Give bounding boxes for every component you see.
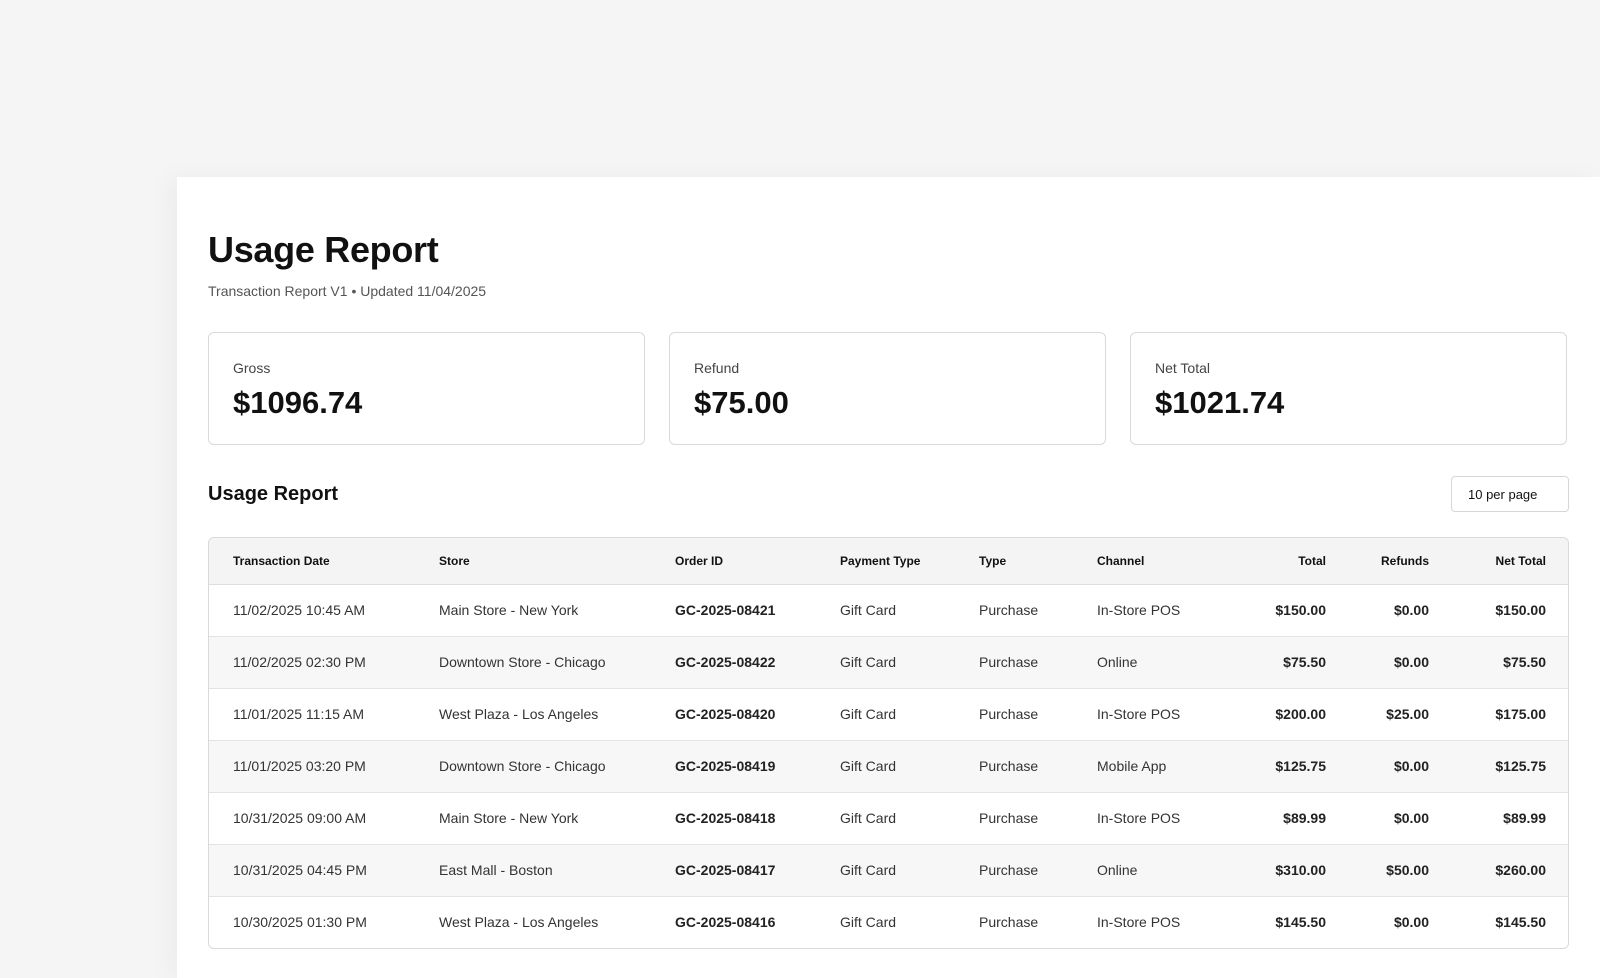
type-cell: Purchase xyxy=(979,895,1097,948)
refund-card: Refund $75.00 xyxy=(669,332,1106,445)
transaction-date-cell: 10/31/2025 04:45 PM xyxy=(209,843,439,896)
total-cell: $89.99 xyxy=(1217,791,1326,844)
payment-type-cell: Gift Card xyxy=(840,602,897,618)
gross-card: Gross $1096.74 xyxy=(208,332,645,445)
section-title: Usage Report xyxy=(208,483,339,505)
page-title: Usage Report xyxy=(208,229,439,270)
channel-cell: In-Store POS xyxy=(1097,687,1217,740)
type-cell: Purchase xyxy=(979,602,1039,618)
channel-cell: In-Store POS xyxy=(1097,602,1181,618)
payment-type-cell: Gift Card xyxy=(840,739,979,792)
table-row[interactable]: 10/30/2025 01:30 PM West Plaza - Los Ange… xyxy=(209,895,1568,948)
table-header-row: Transaction Date Store Order ID Payment Typ… xyxy=(209,538,1568,585)
refunds-cell: $0.00 xyxy=(1326,739,1429,792)
refunds-cell: $0.00 xyxy=(1326,895,1429,948)
col-order-id-header: Order ID xyxy=(675,538,840,585)
card-label: Gross xyxy=(233,360,271,376)
channel-cell: In-Store POS xyxy=(1097,895,1217,948)
store-cell: West Plaza - Los Angeles xyxy=(439,687,675,740)
payment-type-cell: Gift Card xyxy=(840,687,979,740)
type-cell: Purchase xyxy=(979,739,1097,792)
col-net-total-header: Net Total xyxy=(1429,538,1568,585)
transaction-date-cell: 11/01/2025 11:15 AM xyxy=(209,687,439,740)
net-total-cell: $150.00 xyxy=(1495,602,1546,618)
net-total-cell: $75.50 xyxy=(1429,635,1568,688)
payment-type-cell: Gift Card xyxy=(840,843,979,896)
card-label: Net Total xyxy=(1155,360,1210,376)
payment-type-cell: Gift Card xyxy=(840,895,979,948)
total-cell: $310.00 xyxy=(1217,843,1326,896)
refunds-cell: $0.00 xyxy=(1326,791,1429,844)
transaction-date-cell: 11/02/2025 10:45 AM xyxy=(233,602,366,618)
refunds-cell: $0.00 xyxy=(1326,635,1429,688)
table-row[interactable]: 11/02/2025 10:45 AM Main Store - New York… xyxy=(209,584,1568,636)
card-value: $1096.74 xyxy=(233,385,363,420)
col-payment-type-header: Payment Type xyxy=(840,538,979,585)
usage-table: Transaction Date Store Order ID Payment Typ… xyxy=(208,537,1569,949)
table-row[interactable]: 10/31/2025 04:45 PM East Mall - Boston GC-… xyxy=(209,843,1568,896)
total-cell: $145.50 xyxy=(1217,895,1326,948)
col-store-header: Store xyxy=(439,538,675,585)
col-type-header: Type xyxy=(979,538,1097,585)
col-total-header: Total xyxy=(1217,538,1326,585)
store-cell: West Plaza - Los Angeles xyxy=(439,895,675,948)
table-body: 11/02/2025 10:45 AM Main Store - New York… xyxy=(209,584,1568,948)
type-cell: Purchase xyxy=(979,843,1097,896)
channel-cell: Online xyxy=(1097,635,1217,688)
store-cell: East Mall - Boston xyxy=(439,843,675,896)
channel-cell: Mobile App xyxy=(1097,739,1217,792)
per-page-select[interactable]: 10 per page xyxy=(1451,476,1569,512)
channel-cell: In-Store POS xyxy=(1097,791,1217,844)
table-row[interactable]: 11/01/2025 03:20 PM Downtown Store - Chic… xyxy=(209,739,1568,792)
transaction-date-cell: 11/01/2025 03:20 PM xyxy=(209,739,439,792)
total-cell: $200.00 xyxy=(1217,687,1326,740)
table-row[interactable]: 11/01/2025 11:15 AM West Plaza - Los Ange… xyxy=(209,687,1568,740)
order-id-cell: GC-2025-08416 xyxy=(675,895,840,948)
type-cell: Purchase xyxy=(979,687,1097,740)
net-total-card: Net Total $1021.74 xyxy=(1130,332,1567,445)
store-cell: Main Store - New York xyxy=(439,602,579,618)
order-id-cell: GC-2025-08419 xyxy=(675,739,840,792)
summary-cards: Gross $1096.74 Refund $75.00 Net Total $… xyxy=(208,332,1567,445)
col-transaction-date-header: Transaction Date xyxy=(209,538,439,585)
refunds-cell: $0.00 xyxy=(1393,602,1429,618)
order-id-cell: GC-2025-08417 xyxy=(675,843,840,896)
type-cell: Purchase xyxy=(979,635,1097,688)
net-total-cell: $260.00 xyxy=(1429,843,1568,896)
refunds-cell: $25.00 xyxy=(1326,687,1429,740)
store-cell: Downtown Store - Chicago xyxy=(439,635,675,688)
net-total-cell: $145.50 xyxy=(1429,895,1568,948)
report-panel: Usage Report Transaction Report V1 • Upd… xyxy=(177,177,1600,978)
net-total-cell: $125.75 xyxy=(1429,739,1568,792)
card-value: $1021.74 xyxy=(1155,385,1285,420)
card-value: $75.00 xyxy=(694,385,789,420)
net-total-cell: $89.99 xyxy=(1429,791,1568,844)
total-cell: $150.00 xyxy=(1275,602,1326,618)
table-row[interactable]: 11/02/2025 02:30 PM Downtown Store - Chic… xyxy=(209,635,1568,688)
payment-type-cell: Gift Card xyxy=(840,791,979,844)
order-id-cell: GC-2025-08422 xyxy=(675,635,840,688)
table-row[interactable]: 10/31/2025 09:00 AM Main Store - New York… xyxy=(209,791,1568,844)
refunds-cell: $50.00 xyxy=(1326,843,1429,896)
order-id-cell: GC-2025-08420 xyxy=(675,687,840,740)
store-cell: Main Store - New York xyxy=(439,791,675,844)
channel-cell: Online xyxy=(1097,843,1217,896)
total-cell: $75.50 xyxy=(1217,635,1326,688)
col-channel-header: Channel xyxy=(1097,538,1217,585)
transaction-date-cell: 10/31/2025 09:00 AM xyxy=(209,791,439,844)
payment-type-cell: Gift Card xyxy=(840,635,979,688)
transaction-date-cell: 10/30/2025 01:30 PM xyxy=(209,895,439,948)
order-id-cell: GC-2025-08421 xyxy=(675,602,776,618)
col-refunds-header: Refunds xyxy=(1326,538,1429,585)
order-id-cell: GC-2025-08418 xyxy=(675,791,840,844)
type-cell: Purchase xyxy=(979,791,1097,844)
net-total-cell: $175.00 xyxy=(1429,687,1568,740)
store-cell: Downtown Store - Chicago xyxy=(439,739,675,792)
page-subtitle: Transaction Report V1 • Updated 11/04/20… xyxy=(208,283,487,299)
transaction-date-cell: 11/02/2025 02:30 PM xyxy=(209,635,439,688)
card-label: Refund xyxy=(694,360,740,376)
total-cell: $125.75 xyxy=(1217,739,1326,792)
